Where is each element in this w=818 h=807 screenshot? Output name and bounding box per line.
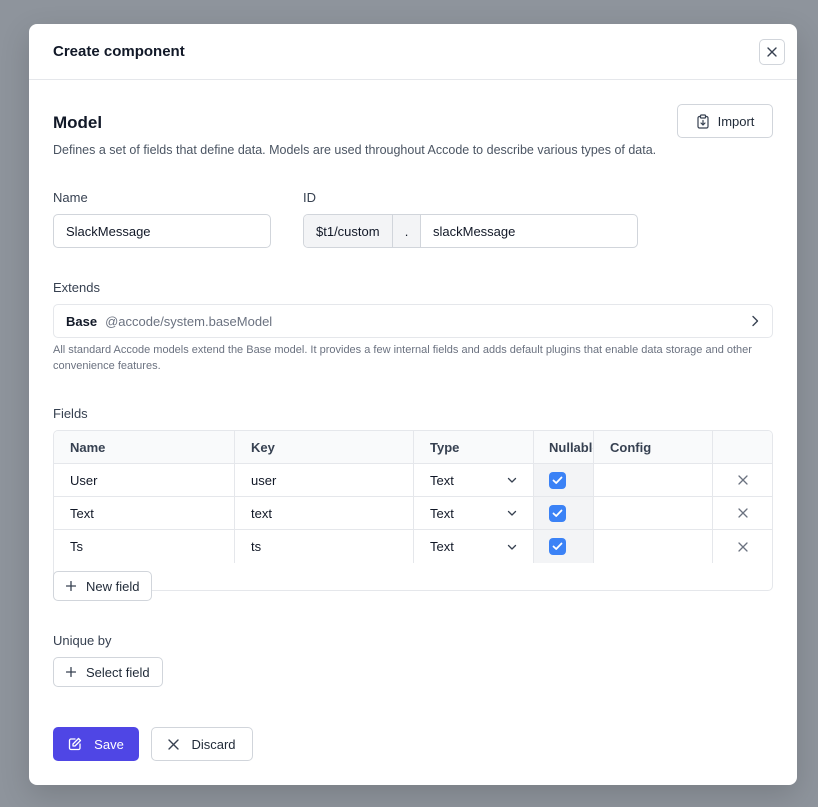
remove-field-button[interactable] [713,464,772,496]
column-name: Name [54,431,235,463]
extends-name: Base [66,313,98,329]
table-row: Text text Text [54,497,772,530]
select-field-button[interactable]: Select field [53,657,163,687]
chevron-down-icon [507,544,517,550]
table-row: User user Text [54,464,772,497]
field-type-value: Text [430,539,454,554]
plus-icon [66,667,76,677]
fields-label: Fields [53,406,88,421]
modal-header: Create component [29,24,797,80]
nullable-checkbox[interactable] [549,538,566,555]
id-input-group: $t1/custom . slackMessage [303,214,638,248]
extends-note: All standard Accode models extend the Ba… [53,344,752,372]
name-input[interactable]: SlackMessage [53,214,271,248]
nullable-cell [534,530,594,563]
section-description: Defines a set of fields that define data… [53,143,657,157]
discard-button[interactable]: Discard [151,727,253,761]
unique-by-label: Unique by [53,633,112,648]
id-separator: . [393,215,421,247]
check-icon [552,476,563,484]
save-label: Save [94,736,124,752]
close-button[interactable] [759,38,785,65]
chevron-right-icon [752,315,759,327]
new-field-button[interactable]: New field [53,571,153,601]
edit-icon [69,737,82,751]
field-key-input[interactable]: ts [235,530,414,563]
id-label: ID [303,190,316,205]
column-key: Key [235,431,414,463]
field-type-select[interactable]: Text [414,497,534,529]
close-icon [168,738,180,750]
field-name-input[interactable]: Ts [54,530,235,563]
create-component-modal: Create component Model Defines a set of … [29,24,797,785]
chevron-down-icon [507,510,517,516]
import-label: Import [717,113,755,129]
table-row: Ts ts Text [54,530,772,563]
column-type: Type [414,431,534,463]
check-icon [552,542,563,550]
check-icon [552,509,563,517]
field-name-input[interactable]: User [54,464,235,496]
field-type-select[interactable]: Text [414,530,534,563]
field-type-value: Text [430,505,454,521]
nullable-cell [534,464,594,496]
field-config[interactable] [594,530,713,563]
remove-field-button[interactable] [713,497,772,529]
close-icon [737,508,748,518]
import-button[interactable]: Import [677,104,773,138]
field-name-input[interactable]: Text [54,497,235,529]
field-type-select[interactable]: Text [414,464,534,496]
plus-icon [66,581,76,591]
select-field-label: Select field [86,664,150,680]
field-config[interactable] [594,464,713,496]
field-key-input[interactable]: user [235,464,414,496]
close-icon [737,475,748,485]
remove-field-button[interactable] [713,530,772,563]
save-button[interactable]: Save [53,727,139,761]
discard-label: Discard [191,736,236,752]
extends-label: Extends [53,280,100,295]
close-icon [767,46,777,57]
section-title: Model [53,113,103,132]
fields-table: Name Key Type Nullable Config User user … [53,430,773,591]
nullable-cell [534,497,594,529]
name-value: SlackMessage [66,223,151,239]
id-prefix: $t1/custom [304,215,393,247]
field-type-value: Text [430,472,454,488]
new-field-label: New field [86,578,140,594]
close-icon [737,541,748,552]
name-label: Name [53,190,88,205]
chevron-down-icon [507,477,517,483]
nullable-checkbox[interactable] [549,504,566,522]
clipboard-import-icon [696,113,709,129]
field-key-input[interactable]: text [235,497,414,529]
extends-path: @accode/system.baseModel [105,313,273,329]
modal-title: Create component [53,43,185,60]
extends-selector[interactable]: Base @accode/system.baseModel [53,304,773,338]
id-input[interactable]: slackMessage [421,215,637,247]
nullable-checkbox[interactable] [549,471,566,489]
column-nullable: Nullable [534,431,594,463]
column-actions [713,431,772,463]
column-config: Config [594,431,713,463]
field-config[interactable] [594,497,713,529]
table-header: Name Key Type Nullable Config [54,431,772,464]
